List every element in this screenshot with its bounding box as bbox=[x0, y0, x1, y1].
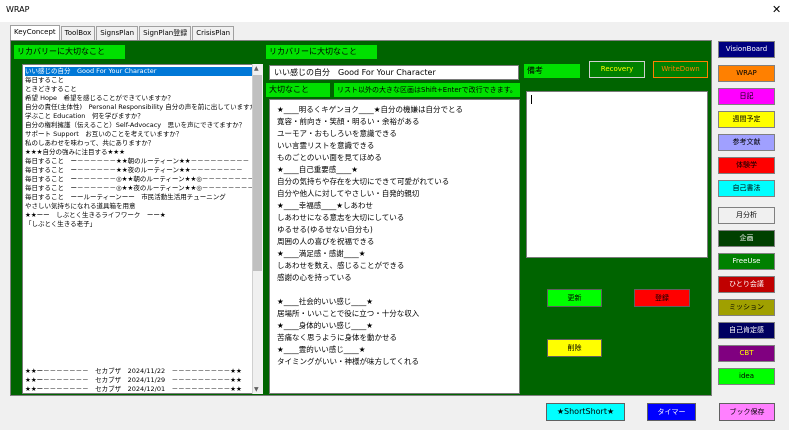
tab-signsplan[interactable]: SignsPlan bbox=[96, 26, 139, 40]
mission-button[interactable]: ミッション bbox=[718, 299, 775, 316]
scroll-down-icon[interactable]: ▼ bbox=[254, 386, 259, 393]
tab-signplan-register[interactable]: SignPlan登録 bbox=[139, 26, 192, 40]
content-line: しあわせになる意志を大切にしている bbox=[277, 213, 405, 222]
solo-meeting-button[interactable]: ひとり会議 bbox=[718, 276, 775, 293]
memo-label: 備考 bbox=[524, 64, 580, 78]
list-item[interactable]: 自分の責任(主体性) Personal Responsibility 自分の声を… bbox=[25, 103, 263, 112]
content-line: 自分や他人に対してやさしい・自発的親切 bbox=[277, 189, 420, 198]
list-item[interactable]: 毎日すること ー－－－－－－◎★★朝のルーティーン★★◎－－－－－－－－－ bbox=[25, 175, 260, 184]
list-item[interactable]: 毎日すること ーールーティーンーー 市民活動生活用チューニング bbox=[25, 193, 226, 202]
content-line: いい言霊リストを意識できる bbox=[277, 141, 375, 150]
list-item[interactable]: やさしい気持ちになれる道具箱を用意 bbox=[25, 202, 136, 211]
experience-button[interactable]: 体験学 bbox=[718, 157, 775, 174]
update-button[interactable]: 更新 bbox=[547, 289, 602, 307]
list-item[interactable]: ★★★自分の強みに注目する★★★ bbox=[25, 148, 125, 157]
text-caret bbox=[531, 95, 532, 104]
content-line: ユーモア・おもしろいを意識できる bbox=[277, 129, 397, 138]
list-item[interactable]: 私のしあわせを味わって、共にありますか？ bbox=[25, 139, 154, 148]
important-label: 大切なこと bbox=[266, 83, 330, 97]
weekly-plan-button[interactable]: 週間予定 bbox=[718, 111, 775, 128]
content-line: ★____社会的いい感じ____★ bbox=[277, 297, 373, 306]
list-scrollbar-thumb[interactable] bbox=[253, 75, 262, 271]
content-line: 周囲の人の喜びを祝福できる bbox=[277, 237, 375, 246]
list-item-selected[interactable]: いい感じの自分 Good For Your Character bbox=[25, 67, 254, 76]
list-item[interactable]: 毎日すること ー－－－－－－★★朝のルーティーン★★－－－－－－－－－ bbox=[25, 157, 249, 166]
selected-item-value: いい感じの自分 Good For Your Character bbox=[274, 68, 436, 77]
content-line: ★____自己重要感____★ bbox=[277, 165, 358, 174]
tab-toolbox[interactable]: ToolBox bbox=[60, 26, 96, 40]
content-line: タイミングがいい・神様が味方してくれる bbox=[277, 357, 420, 366]
content-line: しあわせを数え、感じることができる bbox=[277, 261, 405, 270]
diary-button[interactable]: 日記 bbox=[718, 88, 775, 105]
content-textarea[interactable]: ★____明るくキゲンヨク____★自分の機嫌は自分でとる 寛容・前向き・笑顔・… bbox=[269, 99, 520, 394]
content-line: ものごとのいい面を見てほめる bbox=[277, 153, 382, 162]
tab-keyconcept[interactable]: KeyConcept bbox=[10, 25, 60, 40]
content-line: ★____霊的いい感じ____★ bbox=[277, 345, 366, 354]
middle-header: リカバリーに大切なこと bbox=[266, 45, 377, 59]
content-line: ★____満足感・感謝____★ bbox=[277, 249, 366, 258]
shortshort-button[interactable]: ★ShortShort★ bbox=[546, 403, 625, 421]
recovery-button[interactable]: Recovery bbox=[589, 61, 645, 78]
left-header: リカバリーに大切なこと bbox=[14, 45, 125, 59]
list-item[interactable]: ★★ー－－－－－－－ セカブザ 2024/11/22 －－－－－－－－－★★ bbox=[25, 367, 242, 376]
planning-button[interactable]: 企画 bbox=[718, 230, 775, 247]
content-line: ゆるせる(ゆるせない自分も) bbox=[277, 225, 373, 234]
multiline-hint: リスト以外の大きな区画はShift+Enterで改行できます。 bbox=[334, 83, 520, 97]
idea-button[interactable]: idea bbox=[718, 368, 775, 385]
save-book-button[interactable]: ブック保存 bbox=[719, 403, 775, 421]
list-item[interactable]: 学ぶこと Education 何を学びますか？ bbox=[25, 112, 144, 121]
list-item[interactable]: 毎日すること ー－－－－－－★★夜のルーティーン★★－－－－－－－－ bbox=[25, 166, 243, 175]
content-line: ★____幸福感____★しあわせ bbox=[277, 201, 373, 210]
self-writing-button[interactable]: 自己書法 bbox=[718, 180, 775, 197]
content-line: 寛容・前向き・笑顔・明るい・余裕がある bbox=[277, 117, 420, 126]
tab-crisisplan[interactable]: CrisisPlan bbox=[192, 26, 235, 40]
scroll-up-icon[interactable]: ▲ bbox=[254, 65, 259, 72]
tab-strip: KeyConcept ToolBox SignsPlan SignPlan登録 … bbox=[10, 25, 235, 40]
list-item[interactable]: ★★ー－－－－－－－ セカブザ 2024/11/29 －－－－－－－－－★★ bbox=[25, 376, 242, 385]
memo-textarea[interactable] bbox=[526, 91, 708, 258]
close-icon[interactable]: ✕ bbox=[772, 3, 781, 16]
writedown-button[interactable]: WriteDown bbox=[653, 61, 708, 78]
references-button[interactable]: 参考文献 bbox=[718, 134, 775, 151]
content-line: 自分の気持ちや存在を大切にできて可愛がれている bbox=[277, 177, 450, 186]
list-item[interactable]: 自分の権利擁護（伝えること）Self-Advocacy 思いを声にできてますか？ bbox=[25, 121, 245, 130]
visionboard-button[interactable]: VisionBoard bbox=[718, 41, 775, 58]
monthly-analysis-button[interactable]: 月分析 bbox=[718, 207, 775, 224]
window-title: WRAP bbox=[6, 5, 30, 14]
list-item[interactable]: 「しぶとく生きる老子」 bbox=[25, 220, 96, 229]
list-item[interactable]: 希望 Hope 希望を感じることができていますか？ bbox=[25, 94, 174, 103]
timer-button[interactable]: タイマー bbox=[647, 403, 696, 421]
wrap-button[interactable]: WRAP bbox=[718, 65, 775, 82]
delete-button[interactable]: 削除 bbox=[547, 339, 602, 357]
content-line: ★____身体的いい感じ____★ bbox=[277, 321, 373, 330]
list-item[interactable]: ★★ーー しぶとく生きるライフワーク ーー★ bbox=[25, 211, 166, 220]
freeuse-button[interactable]: FreeUse bbox=[718, 253, 775, 270]
key-concept-list[interactable]: いい感じの自分 Good For Your Character 毎日すること と… bbox=[22, 64, 263, 394]
list-item[interactable]: ときどきすること bbox=[25, 85, 77, 94]
register-button[interactable]: 登録 bbox=[634, 289, 690, 307]
list-item[interactable]: ★★ー－－－－－－－ セカブザ 2024/12/01 －－－－－－－－－★★ bbox=[25, 385, 242, 394]
content-line: ★____明るくキゲンヨク____★自分の機嫌は自分でとる bbox=[277, 105, 463, 114]
selected-item-field[interactable]: いい感じの自分 Good For Your Character bbox=[269, 65, 519, 80]
list-item[interactable]: 毎日すること bbox=[25, 76, 64, 85]
title-bar bbox=[0, 0, 789, 22]
content-line: 感謝の心を持っている bbox=[277, 273, 352, 282]
content-line: 苦痛なく思うように身体を動かせる bbox=[277, 333, 397, 342]
cbt-button[interactable]: CBT bbox=[718, 345, 775, 362]
list-item[interactable]: サポート Support お互いのことを考えていますか？ bbox=[25, 130, 182, 139]
content-line: 居場所・いいことで役に立つ・十分な収入 bbox=[277, 309, 420, 318]
self-esteem-button[interactable]: 自己肯定感 bbox=[718, 322, 775, 339]
list-item[interactable]: 毎日すること ー－－－－－－◎★★夜のルーティーン★★◎－－－－－－－－ bbox=[25, 184, 254, 193]
